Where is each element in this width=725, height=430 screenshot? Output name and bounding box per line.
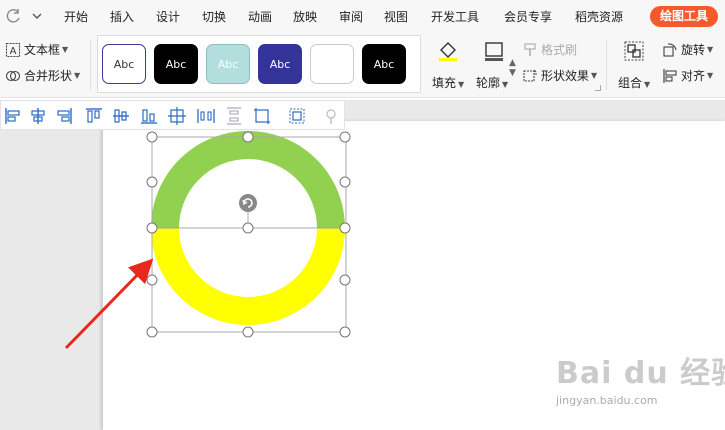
tab-developer[interactable]: 开发工具 [431, 8, 479, 25]
merge-shapes-label: 合并形状 [24, 69, 73, 83]
tab-docer[interactable]: 稻壳资源 [575, 8, 623, 25]
align-left-icon[interactable] [3, 106, 23, 126]
tab-slideshow[interactable]: 放映 [293, 8, 317, 25]
redo-icon[interactable] [6, 8, 22, 24]
resize-handle[interactable] [146, 326, 158, 338]
chevron-down-icon: ▼ [644, 80, 651, 89]
merge-shapes-icon [5, 70, 21, 81]
style-swatch[interactable]: Abc [154, 44, 198, 84]
donut-bottom-half[interactable] [151, 228, 345, 325]
outline-label: 轮廓 [476, 76, 501, 90]
align-button[interactable]: 对齐 ▼ [662, 67, 713, 84]
fit-to-slide-icon[interactable] [252, 106, 272, 126]
resize-handle[interactable] [146, 222, 158, 234]
distribute-vertical-icon[interactable] [224, 106, 244, 126]
merge-shapes-button[interactable]: 合并形状 ▼ [5, 67, 80, 84]
tab-member[interactable]: 会员专享 [504, 8, 552, 25]
tab-design[interactable]: 设计 [156, 8, 180, 25]
resize-handle[interactable] [146, 274, 158, 286]
chevron-down-icon: ▼ [707, 71, 714, 80]
group-objects-icon[interactable] [287, 106, 307, 126]
shape-effects-icon [523, 69, 537, 82]
resize-handle[interactable] [242, 326, 254, 338]
chevron-down-icon: ▼ [707, 45, 714, 54]
style-swatch[interactable]: Abc [362, 44, 406, 84]
fill-label: 填充 [432, 76, 457, 90]
tab-insert[interactable]: 插入 [110, 8, 134, 25]
resize-handle[interactable] [339, 274, 351, 286]
outline-icon [485, 42, 503, 61]
menu-bar: 开始 插入 设计 切换 动画 放映 审阅 视图 开发工具 会员专享 稻壳资源 绘… [0, 0, 725, 32]
chevron-down-icon: ▼ [458, 80, 465, 89]
style-swatch-label: Abc [373, 57, 395, 71]
align-label: 对齐 [681, 69, 706, 83]
group-label: 组合 [618, 76, 643, 90]
style-swatch[interactable]: Abc [206, 44, 250, 84]
style-swatch[interactable]: Abc [258, 44, 302, 84]
chevron-down-icon: ▼ [502, 80, 509, 89]
tab-view[interactable]: 视图 [384, 8, 408, 25]
align-center-both-icon[interactable] [167, 106, 187, 126]
shape-effects-label: 形状效果 [541, 69, 590, 83]
style-swatch[interactable]: Abc [102, 44, 146, 84]
group-button[interactable]: 组合 ▼ [614, 38, 654, 94]
align-middle-icon[interactable] [111, 106, 131, 126]
ribbon-toolbar: A 文本框 ▼ 合并形状 ▼ Abc Abc Abc Abc Abc ▲ ▼ 填充 ▼ [0, 32, 725, 98]
resize-handle[interactable] [242, 131, 254, 143]
align-bottom-icon[interactable] [139, 106, 159, 126]
rotate-handle-icon[interactable] [239, 194, 257, 212]
style-swatch-label: Abc [165, 57, 187, 71]
chevron-down-icon: ▼ [62, 45, 69, 54]
divider [606, 40, 607, 90]
style-swatch-label: Abc [217, 57, 239, 71]
fill-button[interactable]: 填充 ▼ [430, 38, 470, 94]
distribute-horizontal-icon[interactable] [196, 106, 216, 126]
lock-position-icon[interactable] [321, 106, 341, 126]
chevron-down-icon: ▼ [74, 71, 81, 80]
group-expand-icon[interactable] [595, 85, 601, 91]
style-swatch-label: Abc [269, 57, 291, 71]
resize-handle[interactable] [339, 131, 351, 143]
format-painter-label: 格式刷 [541, 43, 578, 57]
text-box-button[interactable]: A 文本框 ▼ [5, 41, 68, 58]
divider [90, 40, 91, 90]
format-painter-icon [524, 42, 536, 56]
style-swatch-label: Abc [113, 57, 135, 71]
align-right-icon[interactable] [54, 106, 74, 126]
outline-button[interactable]: 轮廓 ▼ [474, 38, 514, 94]
align-icon [663, 68, 677, 83]
rotate-button[interactable]: 旋转 ▼ [662, 41, 713, 58]
resize-handle[interactable] [339, 222, 351, 234]
pointer-arrow [64, 258, 154, 350]
alignment-toolbar [0, 100, 345, 130]
style-swatch[interactable] [310, 44, 354, 84]
rotate-label: 旋转 [681, 43, 706, 57]
align-center-icon[interactable] [28, 106, 48, 126]
shape-style-gallery: Abc Abc Abc Abc Abc ▲ ▼ [97, 35, 516, 93]
group-icon [624, 41, 644, 61]
resize-handle[interactable] [339, 176, 351, 188]
resize-handle[interactable] [242, 222, 254, 234]
tab-review[interactable]: 审阅 [339, 8, 363, 25]
tab-transitions[interactable]: 切换 [202, 8, 226, 25]
tab-animation[interactable]: 动画 [248, 8, 272, 25]
paint-bucket-icon [439, 42, 457, 61]
resize-handle[interactable] [339, 326, 351, 338]
format-painter-button[interactable]: 格式刷 [522, 41, 577, 58]
text-box-label: 文本框 [24, 43, 61, 57]
tab-home[interactable]: 开始 [64, 8, 88, 25]
tab-drawing-tools[interactable]: 绘图工具 [650, 6, 718, 27]
resize-handle[interactable] [146, 131, 158, 143]
svg-text:A: A [10, 46, 17, 57]
resize-handle[interactable] [146, 176, 158, 188]
shape-effects-button[interactable]: 形状效果 ▼ [522, 67, 597, 84]
slide-shapes-layer [64, 131, 351, 350]
chevron-down-icon: ▼ [591, 71, 598, 80]
align-top-icon[interactable] [84, 106, 104, 126]
rotate-icon [663, 42, 677, 57]
text-box-icon: A [5, 42, 21, 57]
chevron-down-icon[interactable] [30, 8, 44, 24]
